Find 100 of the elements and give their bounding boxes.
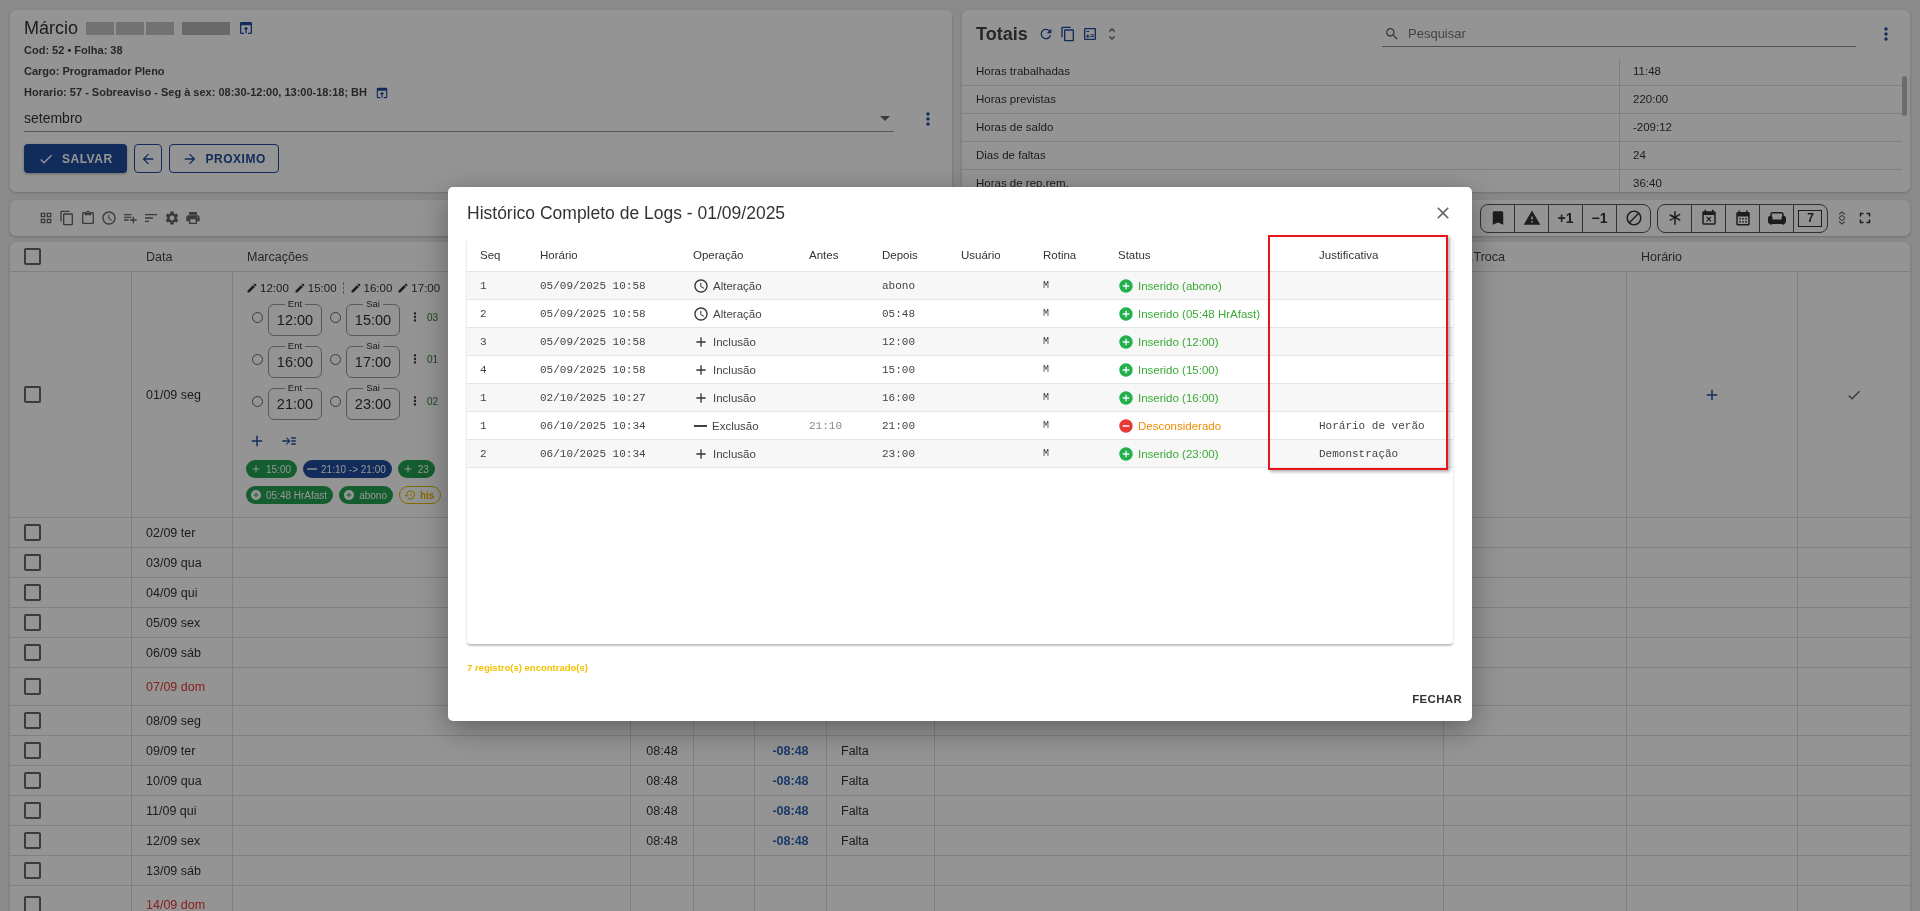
punch-time: 17:00 <box>411 282 441 294</box>
job-title: Cargo: Programador Pleno <box>24 64 166 79</box>
after-cell: abono <box>882 279 915 292</box>
punch-note: 01 <box>427 353 439 365</box>
punch-note: 02 <box>427 395 439 407</box>
column-header: Horário <box>540 249 578 261</box>
timestamp-cell: 05/09/2025 10:58 <box>540 335 646 348</box>
after-cell: 16:00 <box>882 391 915 404</box>
operation-cell: Inclusão <box>713 335 756 348</box>
status-cell: Desconsiderado <box>1138 419 1222 432</box>
date-cell: 08/09 seg <box>146 713 201 728</box>
expected-hours-cell: 08:48 <box>646 773 678 788</box>
balance-cell: -08:48 <box>772 743 809 758</box>
column-header: Marcações <box>247 249 309 264</box>
date-cell: 01/09 seg <box>146 387 201 402</box>
minus-one-button[interactable]: −1 <box>1582 204 1616 232</box>
column-header: .Troca <box>1470 249 1505 264</box>
occurrence-cell: Falta <box>841 743 869 758</box>
date-cell: 12/09 sex <box>146 833 201 848</box>
date-cell: 02/09 ter <box>146 525 196 540</box>
occurrence-cell: Falta <box>841 803 869 818</box>
status-cell: Inserido (12:00) <box>1138 335 1219 348</box>
column-header: Antes <box>809 249 839 261</box>
column-header: Seq <box>480 249 501 261</box>
totals-value: -209:12 <box>1632 120 1673 135</box>
code-line: Cod: 52 • Folha: 38 <box>24 43 124 58</box>
routine-cell: M <box>1043 364 1049 375</box>
day-badge-button[interactable]: 7 <box>1793 204 1827 232</box>
operation-cell: Exclusão <box>712 419 759 432</box>
date-cell: 09/09 ter <box>146 743 196 758</box>
timestamp-cell: 05/09/2025 10:58 <box>540 279 646 292</box>
save-button[interactable]: SALVAR <box>24 144 127 173</box>
date-cell: 10/09 qua <box>146 773 202 788</box>
expected-hours-cell: 08:48 <box>646 743 678 758</box>
balance-cell: -08:48 <box>772 773 809 788</box>
seq-cell: 1 <box>480 391 487 404</box>
seq-cell: 4 <box>480 363 487 376</box>
plus-one-button[interactable]: +1 <box>1548 204 1582 232</box>
dialog-title: Histórico Completo de Logs - 01/09/2025 <box>467 202 786 224</box>
totals-value: 220:00 <box>1632 92 1670 107</box>
search-field[interactable]: Pesquisar <box>1382 21 1856 47</box>
column-header: Status <box>1118 249 1151 261</box>
column-header: Depois <box>882 249 918 261</box>
close-button[interactable]: FECHAR <box>1412 687 1462 711</box>
timestamp-cell: 06/10/2025 10:34 <box>540 419 646 432</box>
date-cell: 14/09 dom <box>146 897 206 911</box>
after-cell: 12:00 <box>882 335 915 348</box>
balance-cell: -08:48 <box>772 833 809 848</box>
column-header: Operação <box>693 249 744 261</box>
seq-cell: 2 <box>480 447 487 460</box>
seq-cell: 1 <box>480 419 487 432</box>
seq-cell: 3 <box>480 335 487 348</box>
operation-cell: Alteração <box>713 307 762 320</box>
column-header: Rotina <box>1043 249 1077 261</box>
status-cell: Inserido (15:00) <box>1138 363 1219 376</box>
totals-label: Dias de faltas <box>962 142 1620 169</box>
change-chip[interactable]: 21:10 -> 21:00 <box>303 460 392 478</box>
operation-cell: Alteração <box>713 279 762 292</box>
timestamp-cell: 05/09/2025 10:58 <box>540 363 646 376</box>
punch-note: 03 <box>427 311 439 323</box>
date-cell: 13/09 sáb <box>146 863 201 878</box>
totals-label: Horas trabalhadas <box>962 58 1620 85</box>
punch-time: 15:00 <box>307 282 337 294</box>
routine-cell: M <box>1043 420 1049 431</box>
status-cell: Inserido (16:00) <box>1138 391 1219 404</box>
routine-cell: M <box>1043 392 1049 403</box>
totals-label: Horas de saldo <box>962 114 1620 141</box>
routine-cell: M <box>1043 280 1049 291</box>
status-cell: Inserido (05:48 HrAfast) <box>1138 307 1261 320</box>
totals-title: Totais <box>976 23 1028 45</box>
after-cell: 15:00 <box>882 363 915 376</box>
justification-cell: Horário de verão <box>1319 419 1425 432</box>
operation-cell: Inclusão <box>713 363 756 376</box>
punch-time: 16:00 <box>363 282 393 294</box>
month-select[interactable]: setembro <box>24 105 894 132</box>
totals-value: 36:40 <box>1632 176 1663 191</box>
date-cell: 05/09 sex <box>146 615 201 630</box>
schedule-line: Horario: 57 - Sobreaviso - Seg à sex: 08:30-12:00, 13:00-18:18; BH <box>24 85 367 100</box>
next-button[interactable]: PROXIMO <box>168 144 279 173</box>
balance-cell: -08:48 <box>772 803 809 818</box>
timestamp-cell: 06/10/2025 10:34 <box>540 447 646 460</box>
date-cell: 03/09 qua <box>146 555 202 570</box>
operation-cell: Inclusão <box>713 447 756 460</box>
expected-hours-cell: 08:48 <box>646 803 678 818</box>
operation-cell: Inclusão <box>713 391 756 404</box>
seq-cell: 2 <box>480 307 487 320</box>
expected-hours-cell: 08:48 <box>646 833 678 848</box>
after-cell: 23:00 <box>882 447 915 460</box>
timestamp-cell: 02/10/2025 10:27 <box>540 391 646 404</box>
date-cell: 07/09 dom <box>146 679 206 694</box>
status-cell: Inserido (abono) <box>1138 279 1222 292</box>
employee-name: Márcio <box>24 17 78 39</box>
status-cell: Inserido (23:00) <box>1138 447 1219 460</box>
after-cell: 21:00 <box>882 419 915 432</box>
occurrence-cell: Falta <box>841 773 869 788</box>
occurrence-cell: Falta <box>841 833 869 848</box>
routine-cell: M <box>1043 336 1049 347</box>
punch-time: 12:00 <box>260 282 289 294</box>
column-header: Horário <box>1641 249 1682 264</box>
totals-value: 11:48 <box>1632 64 1662 79</box>
